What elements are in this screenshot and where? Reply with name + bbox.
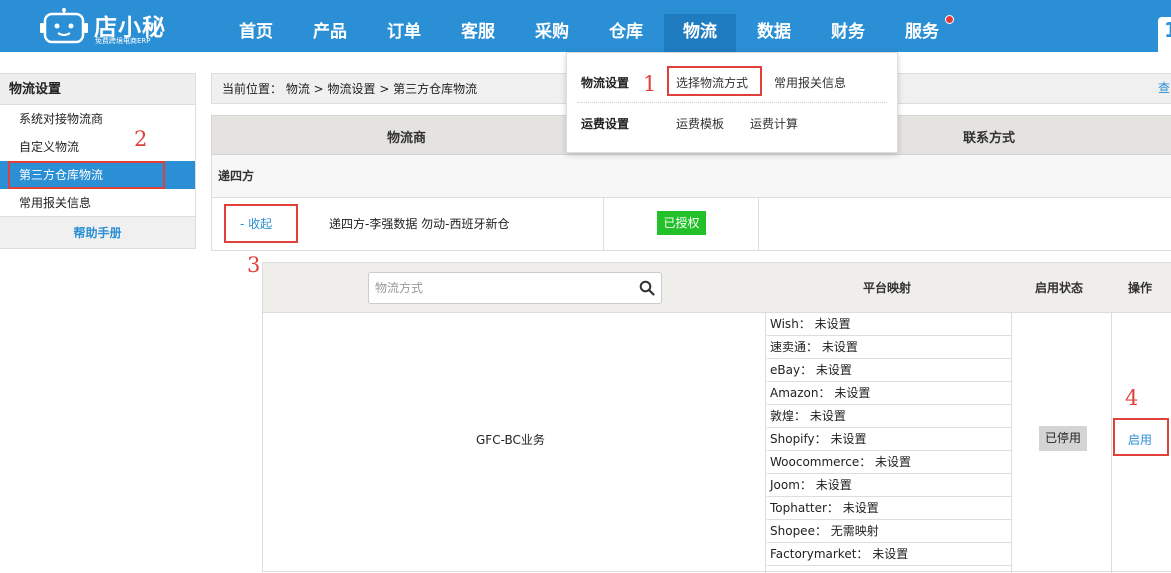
column-header-status: 启用状态 bbox=[1035, 281, 1084, 295]
platform-mapping-list: Wish： 未设置 速卖通： 未设置 eBay： 未设置 Amazon： 未设置… bbox=[767, 313, 1011, 566]
nav-finance[interactable]: 财务 bbox=[812, 14, 884, 52]
authorized-badge: 已授权 bbox=[657, 211, 706, 235]
dropdown-section-freight-settings: 运费设置 bbox=[581, 117, 630, 131]
nav-purchasing[interactable]: 采购 bbox=[516, 14, 588, 52]
method-search-input[interactable] bbox=[369, 273, 619, 303]
nav-customer-service[interactable]: 客服 bbox=[442, 14, 514, 52]
help-manual-link[interactable]: 帮助手册 bbox=[0, 216, 195, 248]
notification-dot bbox=[945, 15, 954, 24]
column-divider bbox=[603, 198, 604, 250]
sidebar-item-customs-info[interactable]: 常用报关信息 bbox=[0, 189, 195, 217]
method-search-box bbox=[368, 272, 662, 304]
mapping-row-shopify: Shopify： 未设置 bbox=[767, 428, 1011, 451]
column-header-carrier: 物流商 bbox=[387, 131, 427, 146]
top-right-number: 1 bbox=[1164, 18, 1171, 42]
menu-item-freight-template[interactable]: 运费模板 bbox=[676, 115, 724, 132]
mapping-row-ebay: eBay： 未设置 bbox=[767, 359, 1011, 382]
annotation-number-1: 1 bbox=[643, 72, 657, 96]
top-navigation-bar: 店小秘 免费跨境电商ERP 首页 产品 订单 客服 采购 仓库 物流 数据 财务… bbox=[0, 0, 1171, 52]
warehouse-name: 递四方-李强数据 勿动-西班牙新仓 bbox=[329, 217, 510, 231]
annotation-box-1 bbox=[667, 66, 762, 96]
logo-subtitle: 免费跨境电商ERP bbox=[95, 37, 151, 45]
mapping-row-dhgate: 敦煌： 未设置 bbox=[767, 405, 1011, 428]
logo[interactable]: 店小秘 免费跨境电商ERP bbox=[40, 4, 170, 46]
dropdown-divider bbox=[577, 102, 887, 103]
carrier-group-row: 递四方 bbox=[211, 155, 1171, 198]
mapping-row-amazon: Amazon： 未设置 bbox=[767, 382, 1011, 405]
annotation-number-3: 3 bbox=[247, 253, 261, 277]
robot-logo-icon bbox=[40, 8, 88, 44]
menu-item-freight-calculator[interactable]: 运费计算 bbox=[750, 115, 798, 132]
status-cell: 已停用 bbox=[1011, 313, 1112, 573]
nav-orders[interactable]: 订单 bbox=[368, 14, 440, 52]
annotation-number-4: 4 bbox=[1125, 386, 1139, 410]
sidebar-title: 物流设置 bbox=[0, 74, 195, 105]
column-divider bbox=[758, 198, 759, 250]
menu-item-customs-info[interactable]: 常用报关信息 bbox=[774, 74, 846, 91]
method-name: GFC-BC业务 bbox=[476, 433, 545, 447]
annotation-box-3 bbox=[224, 204, 298, 243]
mapping-row-aliexpress: 速卖通： 未设置 bbox=[767, 336, 1011, 359]
warehouse-row: - 收起 递四方-李强数据 勿动-西班牙新仓 已授权 bbox=[211, 198, 1171, 251]
mapping-row-tophatter: Tophatter： 未设置 bbox=[767, 497, 1011, 520]
sidebar-item-custom-logistics[interactable]: 自定义物流 bbox=[0, 133, 195, 161]
search-icon[interactable] bbox=[639, 280, 655, 296]
methods-table-header: 平台映射 启用状态 操作 bbox=[263, 263, 1171, 313]
annotation-box-4 bbox=[1113, 418, 1169, 456]
column-header-contact: 联系方式 bbox=[963, 131, 1016, 146]
column-header-mapping: 平台映射 bbox=[863, 281, 912, 295]
mapping-row-joom: Joom： 未设置 bbox=[767, 474, 1011, 497]
breadcrumb-right-link[interactable]: 查 bbox=[1158, 73, 1170, 104]
sidebar-item-system-carriers[interactable]: 系统对接物流商 bbox=[0, 105, 195, 133]
nav-home[interactable]: 首页 bbox=[220, 14, 292, 52]
nav-data[interactable]: 数据 bbox=[738, 14, 810, 52]
method-name-cell: GFC-BC业务 bbox=[263, 313, 766, 573]
disabled-status-badge: 已停用 bbox=[1039, 426, 1087, 451]
nav-logistics[interactable]: 物流 bbox=[664, 14, 736, 52]
column-header-action: 操作 bbox=[1128, 281, 1153, 295]
nav-products[interactable]: 产品 bbox=[294, 14, 366, 52]
shipping-methods-table: 平台映射 启用状态 操作 GFC-BC业务 Wish： 未设置 速卖通： 未设置… bbox=[262, 262, 1171, 573]
annotation-box-2 bbox=[8, 161, 165, 189]
mapping-row-wish: Wish： 未设置 bbox=[767, 313, 1011, 336]
nav-warehouse[interactable]: 仓库 bbox=[590, 14, 662, 52]
mapping-row-woocommerce: Woocommerce： 未设置 bbox=[767, 451, 1011, 474]
dropdown-section-logistics-settings: 物流设置 bbox=[581, 76, 630, 90]
annotation-number-2: 2 bbox=[134, 127, 148, 151]
mapping-row-shopee: Shopee： 无需映射 bbox=[767, 520, 1011, 543]
